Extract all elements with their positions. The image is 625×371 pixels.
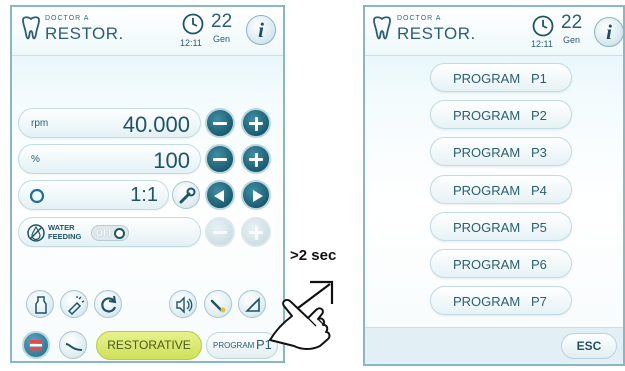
program-p7-value: P7: [531, 294, 547, 309]
spray-button[interactable]: [60, 290, 88, 318]
percent-value: 100: [153, 148, 190, 173]
percent-increase-button[interactable]: [241, 144, 271, 174]
water-feeding-field[interactable]: WATER FEEDING OFF: [18, 217, 201, 247]
date-month: Gen: [213, 34, 231, 44]
water-decrease-button[interactable]: [205, 217, 235, 247]
no-water-icon: [27, 224, 45, 242]
rpm-increase-button[interactable]: [241, 108, 271, 138]
program-p7-label: PROGRAM: [453, 294, 521, 309]
restorative-label: RESTORATIVE: [107, 338, 191, 352]
program-p6-label: PROGRAM: [453, 257, 521, 272]
date-day: 22: [211, 11, 233, 32]
handpiece-light-button[interactable]: [204, 290, 232, 318]
program-p1-label: PROGRAM: [453, 71, 521, 86]
clock-time: 12:11: [531, 39, 553, 49]
program-p1-value: P1: [531, 71, 547, 86]
reverse-icon: [101, 295, 117, 313]
rotate-right-button[interactable]: [241, 180, 271, 210]
percent-decrease-button[interactable]: [205, 144, 235, 174]
program-p2-label: PROGRAM: [453, 108, 521, 123]
program-p2-value: P2: [531, 108, 547, 123]
esc-label: ESC: [576, 339, 602, 353]
info-button[interactable]: i: [246, 15, 276, 45]
sound-button[interactable]: [169, 290, 197, 318]
percent-field[interactable]: % 100: [18, 144, 201, 174]
header: DOCTOR A RESTOR. 12:11 22 Gen i: [365, 7, 623, 56]
restorative-mode-button[interactable]: RESTORATIVE: [96, 331, 202, 360]
esc-button[interactable]: ESC: [561, 333, 617, 359]
reverse-button[interactable]: [94, 290, 122, 318]
rotation-circle-icon: [29, 188, 45, 204]
brand-name: RESTOR.: [45, 24, 124, 43]
percent-label: %: [31, 154, 40, 165]
program-label: PROGRAM: [213, 341, 255, 350]
program-p6-button[interactable]: PROGRAM P6: [430, 249, 572, 278]
program-p4-button[interactable]: PROGRAM P4: [430, 175, 572, 204]
rpm-label: rpm: [31, 118, 49, 129]
hold-duration-annotation: >2 sec: [290, 247, 337, 264]
water-label-line1: WATER: [48, 223, 75, 232]
clock-icon: [532, 15, 554, 37]
bottle-icon: [35, 296, 47, 314]
pointing-hand-icon: [269, 280, 334, 350]
brand-name: RESTOR.: [397, 24, 476, 43]
ratio-field[interactable]: 1:1: [18, 180, 169, 210]
clock-icon: [182, 13, 204, 35]
program-select-screen: DOCTOR A RESTOR. 12:11 22 Gen i PROGRAM …: [363, 5, 625, 366]
spray-icon: [67, 296, 85, 316]
info-icon: i: [606, 20, 612, 44]
rpm-value: 40.000: [122, 112, 190, 137]
rotate-left-button[interactable]: [205, 180, 235, 210]
program-p5-value: P5: [531, 220, 547, 235]
bottle-button[interactable]: [26, 290, 54, 318]
ratio-value: 1:1: [130, 184, 158, 206]
program-p3-button[interactable]: PROGRAM P3: [430, 137, 572, 166]
program-p7-button[interactable]: PROGRAM P7: [430, 286, 572, 315]
tooth-logo-icon: [22, 16, 40, 40]
rpm-decrease-button[interactable]: [205, 108, 235, 138]
info-icon: i: [258, 18, 264, 42]
program-p2-button[interactable]: PROGRAM P2: [430, 100, 572, 129]
brand-small: DOCTOR A: [397, 15, 442, 22]
date-day: 22: [561, 12, 583, 33]
header: DOCTOR A RESTOR. 12:11 22 Gen i: [12, 7, 283, 56]
flag-button[interactable]: [22, 331, 50, 359]
main-screen: DOCTOR A RESTOR. 12:11 22 Gen i rpm 40.0…: [10, 5, 285, 363]
toggle-knob: [114, 227, 125, 239]
curve-button[interactable]: [59, 331, 87, 359]
curve-icon: [65, 343, 83, 351]
brand-small: DOCTOR A: [45, 15, 90, 22]
water-toggle[interactable]: OFF: [91, 225, 129, 241]
program-p5-label: PROGRAM: [453, 220, 521, 235]
program-p4-value: P4: [531, 183, 547, 198]
wrench-button[interactable]: [172, 181, 200, 209]
program-p1-button[interactable]: PROGRAM P1: [430, 63, 572, 92]
water-toggle-state: OFF: [96, 228, 114, 238]
program-p4-label: PROGRAM: [453, 183, 521, 198]
tooth-logo-icon: [373, 16, 391, 40]
wrench-icon: [179, 187, 196, 204]
program-p3-label: PROGRAM: [453, 145, 521, 160]
clock-time: 12:11: [180, 38, 202, 48]
water-label-line2: FEEDING: [48, 232, 82, 241]
program-p6-value: P6: [531, 257, 547, 272]
speaker-icon: [176, 296, 193, 314]
program-p3-value: P3: [531, 145, 547, 160]
date-month: Gen: [563, 35, 581, 45]
flag-icon: [30, 340, 42, 351]
program-p5-button[interactable]: PROGRAM P5: [430, 212, 572, 241]
info-button[interactable]: i: [594, 17, 623, 47]
footer-bar: ESC: [365, 327, 623, 364]
handpiece-icon: [210, 299, 226, 313]
water-increase-button[interactable]: [241, 217, 271, 247]
rpm-field[interactable]: rpm 40.000: [18, 108, 201, 138]
